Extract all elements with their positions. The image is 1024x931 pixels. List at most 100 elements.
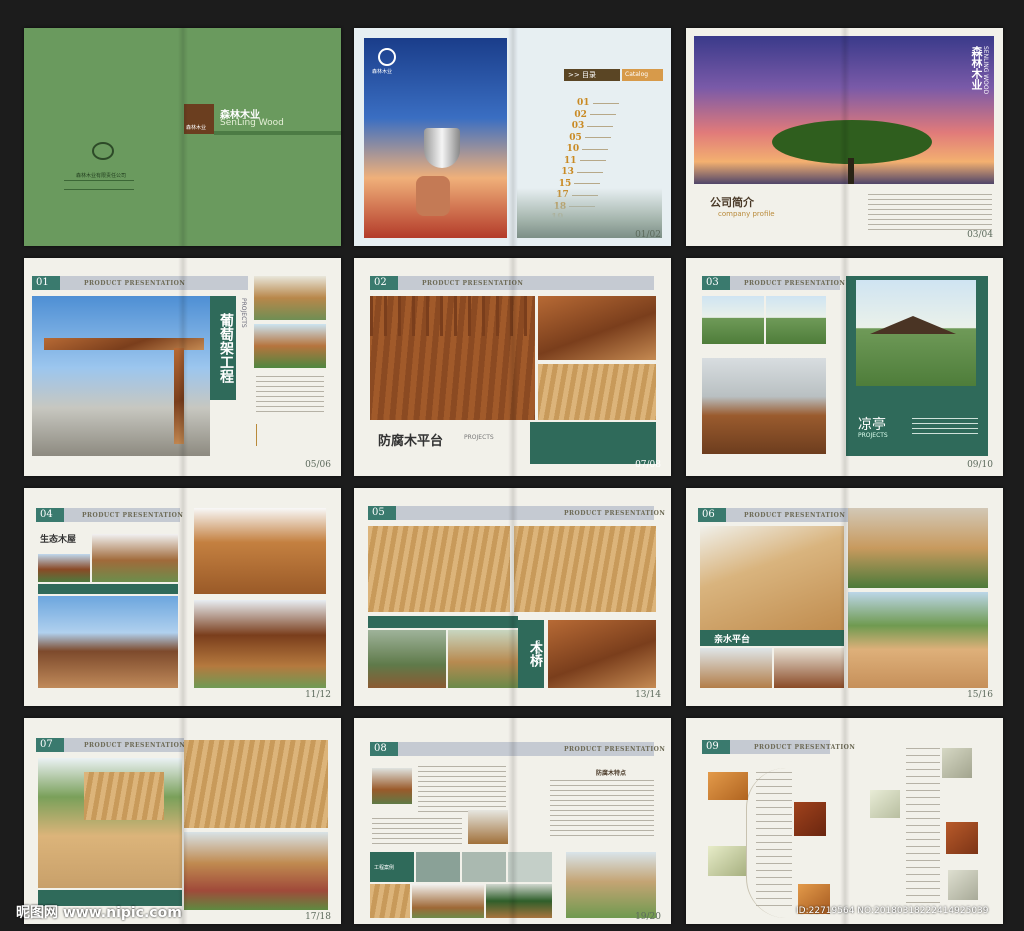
toc-entry[interactable]: 02 bbox=[574, 110, 616, 120]
bridge-photo-1 bbox=[368, 630, 446, 688]
cabin-thumb-2 bbox=[92, 534, 178, 582]
cabin-main-photo bbox=[38, 596, 178, 688]
features-text bbox=[550, 780, 654, 840]
spread-17-18: 07 PRODUCT PRESENTATION 17/18 bbox=[24, 718, 341, 924]
spread-15-16: 06 PRODUCT PRESENTATION 亲水平台 15/16 bbox=[686, 488, 1003, 706]
section-label: PRODUCT PRESENTATION bbox=[84, 742, 186, 749]
section-number: 04 bbox=[36, 508, 64, 522]
page-number: 17/18 bbox=[305, 912, 331, 922]
profile-title: 公司简介 bbox=[710, 196, 754, 209]
page-number: 15/16 bbox=[967, 690, 993, 700]
section-number: 05 bbox=[368, 506, 396, 520]
section-title-en: PROJECTS bbox=[240, 298, 247, 328]
intro-text bbox=[418, 766, 506, 814]
toc-entry-number: 13 bbox=[561, 167, 574, 177]
gazebo-photo-2 bbox=[766, 296, 826, 344]
toc-entry[interactable]: 13 bbox=[561, 167, 603, 177]
features-title: 防腐木特点 bbox=[596, 770, 627, 777]
garden-pavilion-photo bbox=[184, 832, 328, 910]
waterfront-photo-right-1 bbox=[848, 508, 988, 588]
product-beam-2 bbox=[794, 802, 826, 836]
trophy-cup bbox=[424, 128, 460, 168]
cabin-green-band bbox=[38, 584, 178, 594]
gazebo-caption bbox=[912, 418, 978, 436]
toc-entry[interactable]: 10 bbox=[567, 144, 609, 154]
waterfront-thumb-1 bbox=[700, 648, 772, 688]
toc-entry-number: 01 bbox=[577, 98, 590, 108]
body-text bbox=[372, 818, 462, 848]
deck-table-photo bbox=[538, 296, 656, 360]
page-number: 13/14 bbox=[635, 690, 661, 700]
toc-logo-text: 森林木业 bbox=[372, 69, 393, 75]
stair-photo-2 bbox=[514, 526, 656, 612]
trophy-hand bbox=[416, 176, 450, 216]
tree-trunk bbox=[848, 158, 854, 184]
gazebo-photo-1 bbox=[702, 296, 764, 344]
product-specs-right bbox=[906, 748, 940, 908]
cover-brand-strip bbox=[214, 131, 341, 135]
section-title: 木桥 bbox=[518, 620, 544, 688]
product-beam-5 bbox=[942, 748, 972, 778]
bridge-caption-bar bbox=[368, 616, 518, 628]
back-cover-lines bbox=[64, 180, 134, 190]
case-label: 工程案例 bbox=[374, 865, 395, 871]
cabin-thumb-1 bbox=[38, 554, 90, 582]
toc-entry[interactable]: 01 bbox=[577, 98, 619, 108]
cover-brand-en: SenLing Wood bbox=[220, 118, 284, 128]
bridge-photo-2 bbox=[448, 630, 518, 688]
pergola-quote-box bbox=[256, 424, 321, 446]
toc-entry-number: 05 bbox=[569, 132, 582, 143]
spread-11-12: 04 PRODUCT PRESENTATION 生态木屋 11/12 bbox=[24, 488, 341, 706]
pergola-thumb-1 bbox=[254, 276, 326, 320]
waterfront-thumb-2 bbox=[774, 648, 844, 688]
swatch-4 bbox=[508, 852, 552, 882]
arch-photo bbox=[412, 884, 484, 918]
spread-cover: 森林木业有限责任公司 森林木业 森林木业 SenLing Wood bbox=[24, 28, 341, 246]
section-number: 02 bbox=[370, 276, 398, 290]
profile-brand-en: SENLING WOOD bbox=[982, 46, 989, 95]
back-cover-company-name: 森林木业有限责任公司 bbox=[76, 173, 127, 179]
toc-entry-leader bbox=[584, 137, 611, 138]
toc-entry-leader bbox=[587, 125, 614, 127]
product-beam-7 bbox=[946, 822, 978, 854]
planter-photo bbox=[486, 884, 552, 918]
toc-entry-leader bbox=[582, 148, 609, 150]
section-number: 09 bbox=[702, 740, 730, 754]
id-watermark: ID:22719564 NO:20180318222414925039 bbox=[796, 906, 989, 916]
stair-photo-1 bbox=[368, 526, 510, 612]
deck-railing bbox=[370, 296, 535, 336]
product-specs-left bbox=[756, 772, 792, 912]
toc-entry[interactable]: 03 bbox=[572, 121, 614, 131]
section-label: PRODUCT PRESENTATION bbox=[744, 280, 846, 287]
section-title: 亲水平台 bbox=[714, 635, 751, 645]
toc-entry[interactable]: 05 bbox=[569, 133, 611, 143]
bridge-photo-3 bbox=[548, 620, 656, 688]
section-title: 生态木屋 bbox=[40, 535, 77, 545]
toc-heading-en: Catalog bbox=[622, 69, 663, 81]
corridor-photo bbox=[566, 852, 656, 918]
page-number: 03/04 bbox=[967, 230, 993, 240]
section-title: 葡萄架工程 bbox=[210, 296, 236, 400]
section-title: 防腐木平台 bbox=[378, 434, 444, 449]
section-number: 01 bbox=[32, 276, 60, 290]
section-title-en: PROJECTS bbox=[464, 434, 494, 441]
site-watermark: 昵图网 www.nipic.com bbox=[16, 905, 182, 921]
spread-products: 09 PRODUCT PRESENTATION bbox=[686, 718, 1003, 924]
toc-entry-number: 02 bbox=[574, 109, 587, 120]
toc-entry[interactable]: 11 bbox=[564, 156, 606, 166]
section-number: 06 bbox=[698, 508, 726, 522]
toc-entry[interactable]: 15 bbox=[559, 179, 601, 189]
profile-body-text bbox=[868, 194, 992, 230]
cabin-photo-right-1 bbox=[194, 508, 326, 594]
section-number: 08 bbox=[370, 742, 398, 756]
toc-entry-leader bbox=[592, 102, 619, 104]
pergola-post bbox=[174, 348, 184, 444]
page-number: 09/10 bbox=[967, 460, 993, 470]
product-beam-1 bbox=[708, 772, 748, 800]
spread-09-10: 03 PRODUCT PRESENTATION 凉亭 PROJECTS 09/1… bbox=[686, 258, 1003, 476]
toc-entry-leader bbox=[576, 171, 603, 173]
swatch-2 bbox=[416, 852, 460, 882]
page-number: 01/02 bbox=[635, 230, 661, 240]
page-number: 19/20 bbox=[635, 912, 661, 922]
profile-subtitle: company profile bbox=[718, 210, 775, 218]
